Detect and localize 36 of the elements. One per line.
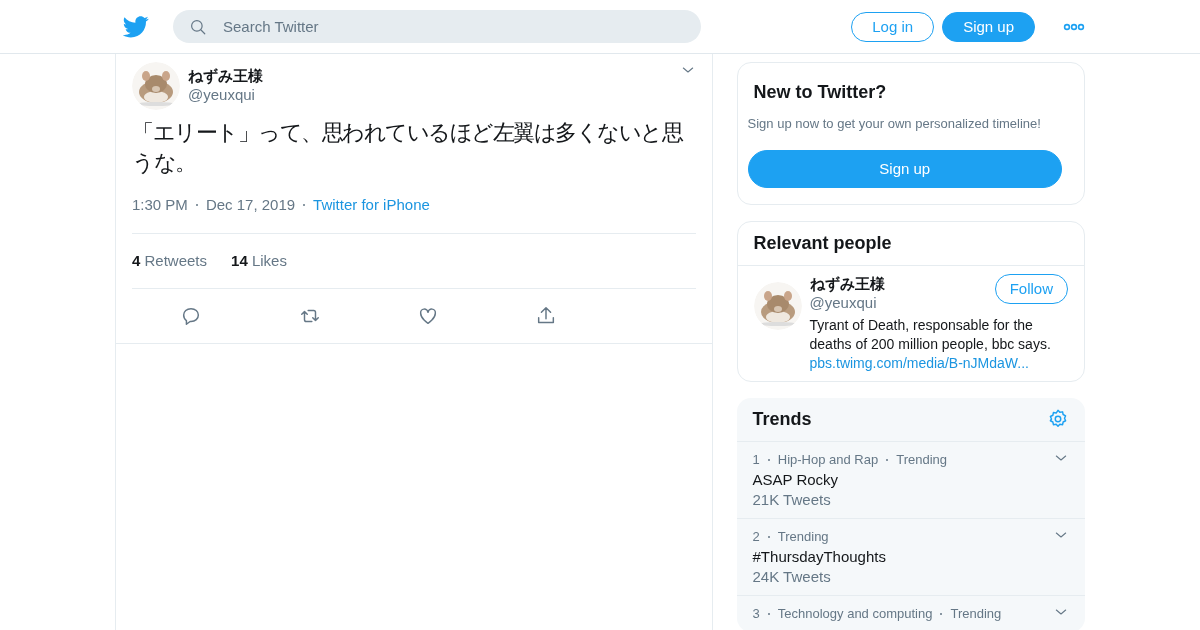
trend-count: 21K Tweets xyxy=(752,489,832,510)
source-link[interactable]: Twitter for iPhone xyxy=(313,194,430,217)
log-in-button[interactable]: Log in xyxy=(851,11,935,42)
person-handle[interactable]: @yeuxqui xyxy=(809,292,885,312)
person-name[interactable]: ねずみ王様 xyxy=(809,273,885,293)
bird-logo-icon[interactable] xyxy=(123,15,149,38)
card-subtitle: Sign up now to get your own personalized timeline! xyxy=(747,115,1042,133)
stat-link[interactable]: 4 Retweets xyxy=(132,249,208,272)
bio-link[interactable]: pbs.twimg.com/media/B-nJMdaW... xyxy=(809,353,1068,373)
trend-name[interactable]: #ThursdayThoughts xyxy=(752,546,1053,567)
search-field[interactable]: Search Twitter xyxy=(173,10,701,43)
trend-rank: 3 xyxy=(752,604,760,623)
follow-button[interactable]: Follow xyxy=(994,273,1068,304)
trend-count: 24K Tweets xyxy=(752,566,832,587)
tweet-text: 「エリート」って、思われているほど左翼は多くないと思うな。 xyxy=(132,119,684,177)
trend-context: Trending xyxy=(777,527,829,546)
card-title: New to Twitter? xyxy=(753,81,888,104)
author-handle[interactable]: @yeuxqui xyxy=(188,85,263,104)
stat-link[interactable]: 14 Likes xyxy=(231,249,287,272)
settings-icon[interactable] xyxy=(1047,408,1069,430)
trend-rank: 2 xyxy=(752,527,760,546)
trend-context: Hip-Hop and Rap xyxy=(777,450,879,469)
trend-name[interactable]: ASAP Rocky xyxy=(752,469,1053,490)
trend-rank: 1 xyxy=(752,450,760,469)
author-name[interactable]: ねずみ王様 xyxy=(188,66,263,85)
tweet-date[interactable]: Dec 17, 2019 xyxy=(205,194,296,217)
person-bio: Tyrant of Death, responsable for the deaths of 200 million people, bbc says. xyxy=(809,315,1052,354)
card-title: Relevant people xyxy=(752,231,893,255)
trend-context: Technology and computing xyxy=(777,604,933,623)
sign-up-button[interactable]: Sign up xyxy=(747,149,1062,188)
more-icon[interactable] xyxy=(1063,22,1085,31)
trend-context: Trending xyxy=(950,604,1002,623)
tweet-time[interactable]: 1:30 PM xyxy=(132,194,188,217)
sign-up-button[interactable]: Sign up xyxy=(942,11,1035,42)
card-title: Trends xyxy=(752,407,812,431)
trend-context: Trending xyxy=(896,450,948,469)
